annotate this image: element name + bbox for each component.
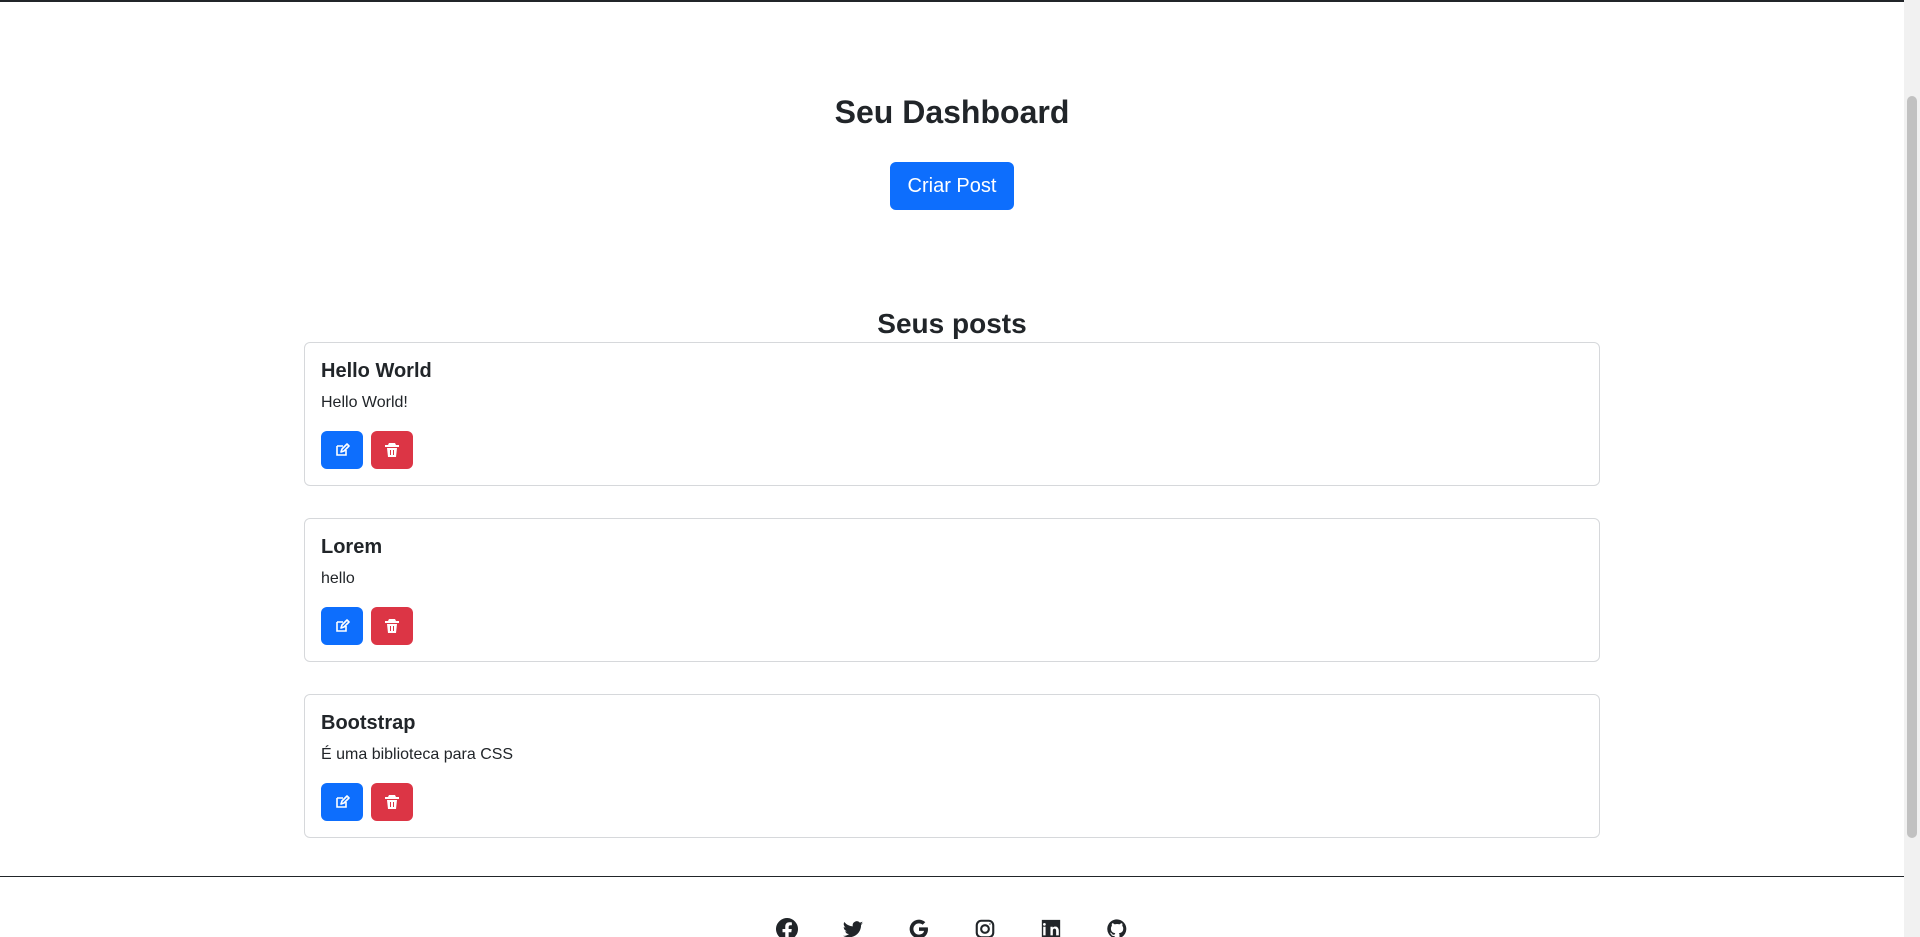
edit-post-button[interactable] bbox=[321, 607, 363, 645]
trash-icon bbox=[384, 618, 400, 634]
dashboard-title: Seu Dashboard bbox=[834, 94, 1070, 130]
google-icon bbox=[908, 918, 930, 937]
edit-icon bbox=[334, 618, 350, 634]
dashboard-header: Seu Dashboard Criar Post bbox=[0, 88, 1904, 210]
post-list: Hello World Hello World! Lorem hello Boo… bbox=[304, 342, 1600, 838]
edit-post-button[interactable] bbox=[321, 783, 363, 821]
facebook-icon bbox=[776, 918, 798, 937]
edit-icon bbox=[334, 442, 350, 458]
post-actions bbox=[321, 607, 413, 645]
post-card: Bootstrap É uma biblioteca para CSS bbox=[304, 694, 1600, 838]
social-links bbox=[0, 918, 1904, 937]
google-link[interactable] bbox=[908, 918, 930, 937]
posts-section: Seus posts Hello World Hello World! Lore… bbox=[304, 306, 1600, 838]
post-body: É uma biblioteca para CSS bbox=[321, 746, 514, 763]
create-post-button[interactable]: Criar Post bbox=[889, 162, 1015, 210]
edit-post-button[interactable] bbox=[321, 431, 363, 469]
footer-divider bbox=[0, 876, 1904, 877]
post-actions bbox=[321, 431, 413, 469]
delete-post-button[interactable] bbox=[371, 607, 413, 645]
trash-icon bbox=[384, 794, 400, 810]
facebook-link[interactable] bbox=[776, 918, 798, 937]
post-card: Lorem hello bbox=[304, 518, 1600, 662]
post-title: Hello World bbox=[321, 360, 432, 382]
dashboard-page: Seu Dashboard Criar Post Seus posts Hell… bbox=[0, 0, 1904, 937]
post-body: Hello World! bbox=[321, 394, 408, 411]
twitter-link[interactable] bbox=[842, 918, 864, 937]
post-title: Lorem bbox=[321, 536, 383, 558]
twitter-icon bbox=[842, 918, 864, 937]
trash-icon bbox=[384, 442, 400, 458]
linkedin-link[interactable] bbox=[1040, 918, 1062, 937]
post-body: hello bbox=[321, 570, 355, 587]
post-actions bbox=[321, 783, 413, 821]
post-card: Hello World Hello World! bbox=[304, 342, 1600, 486]
scrollbar-thumb[interactable] bbox=[1907, 96, 1917, 838]
instagram-icon bbox=[974, 918, 996, 937]
github-icon bbox=[1106, 918, 1128, 937]
browser-viewport: Seu Dashboard Criar Post Seus posts Hell… bbox=[0, 0, 1920, 937]
github-link[interactable] bbox=[1106, 918, 1128, 937]
delete-post-button[interactable] bbox=[371, 431, 413, 469]
delete-post-button[interactable] bbox=[371, 783, 413, 821]
post-title: Bootstrap bbox=[321, 712, 416, 734]
instagram-link[interactable] bbox=[974, 918, 996, 937]
edit-icon bbox=[334, 794, 350, 810]
linkedin-icon bbox=[1040, 918, 1062, 937]
posts-section-title: Seus posts bbox=[877, 308, 1027, 339]
vertical-scrollbar[interactable] bbox=[1904, 0, 1920, 937]
